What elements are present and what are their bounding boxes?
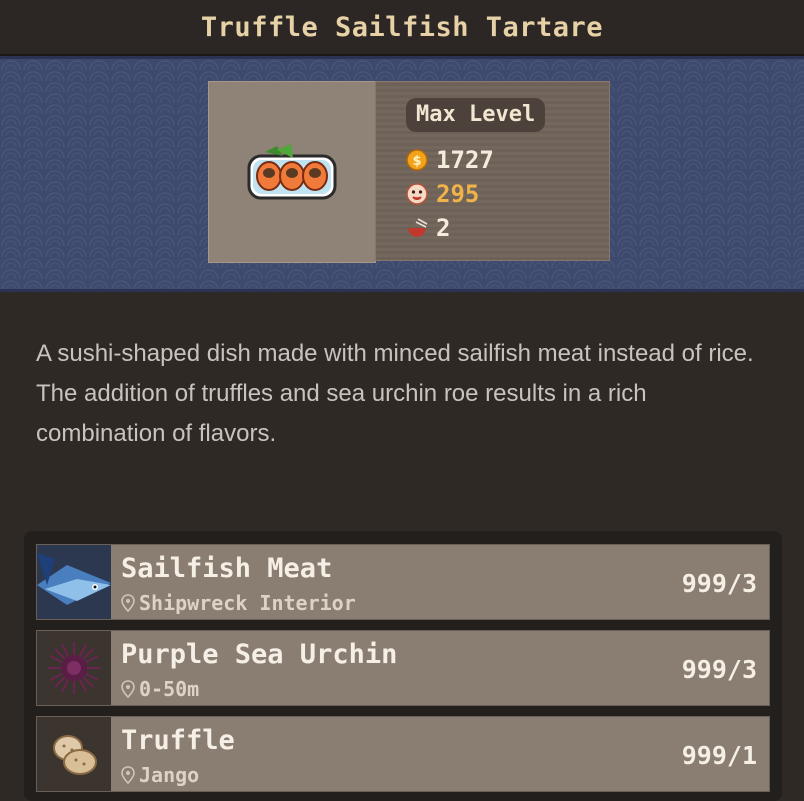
taste-row: 295 [406, 180, 479, 208]
ingredient-row-truffle[interactable]: Truffle Jango 999/1 [36, 716, 770, 792]
price-row: $ 1727 [406, 146, 494, 174]
dish-description: A sushi-shaped dish made with minced sai… [36, 334, 756, 454]
dish-stats-panel: Max Level $ 1727 295 2 [375, 81, 610, 261]
bowl-chopsticks-icon [406, 217, 428, 239]
servings-value: 2 [436, 214, 451, 242]
ingredient-row-sea-urchin[interactable]: Purple Sea Urchin 0-50m 999/3 [36, 630, 770, 706]
ingredient-count: 999/1 [681, 741, 757, 770]
ingredient-location-label: Shipwreck Interior [139, 591, 356, 615]
description-line-2: The addition of truffles and sea urchin … [36, 380, 647, 447]
sushi-dish-icon [247, 144, 337, 200]
location-pin-icon [121, 766, 135, 784]
ingredient-name: Sailfish Meat [121, 553, 333, 584]
ingredient-row-sailfish[interactable]: Sailfish Meat Shipwreck Interior 999/3 [36, 544, 770, 620]
location-pin-icon [121, 680, 135, 698]
sailfish-icon [37, 545, 111, 619]
coin-icon: $ [406, 149, 428, 171]
description-line-1: A sushi-shaped dish made with minced sai… [36, 340, 754, 367]
title-bar: Truffle Sailfish Tartare [0, 0, 804, 56]
location-pin-icon [121, 594, 135, 612]
ingredient-location: Jango [121, 763, 199, 787]
ingredient-location-label: 0-50m [139, 677, 200, 701]
dish-image-box [208, 81, 376, 263]
ingredient-location: Shipwreck Interior [121, 591, 356, 615]
svg-text:$: $ [412, 154, 421, 169]
ingredient-name: Truffle [121, 725, 235, 756]
dish-title: Truffle Sailfish Tartare [200, 11, 604, 43]
taste-value: 295 [436, 180, 480, 208]
truffle-icon [37, 717, 111, 791]
ingredient-count: 999/3 [681, 569, 757, 598]
ingredient-location: 0-50m [121, 677, 199, 701]
price-value: 1727 [436, 146, 494, 174]
taste-face-icon [406, 183, 428, 205]
ingredient-name: Purple Sea Urchin [121, 639, 398, 670]
sea-urchin-icon [37, 631, 111, 705]
max-level-badge: Max Level [406, 98, 546, 132]
ingredient-count: 999/3 [681, 655, 757, 684]
servings-row: 2 [406, 214, 450, 242]
ingredient-location-label: Jango [139, 763, 200, 787]
